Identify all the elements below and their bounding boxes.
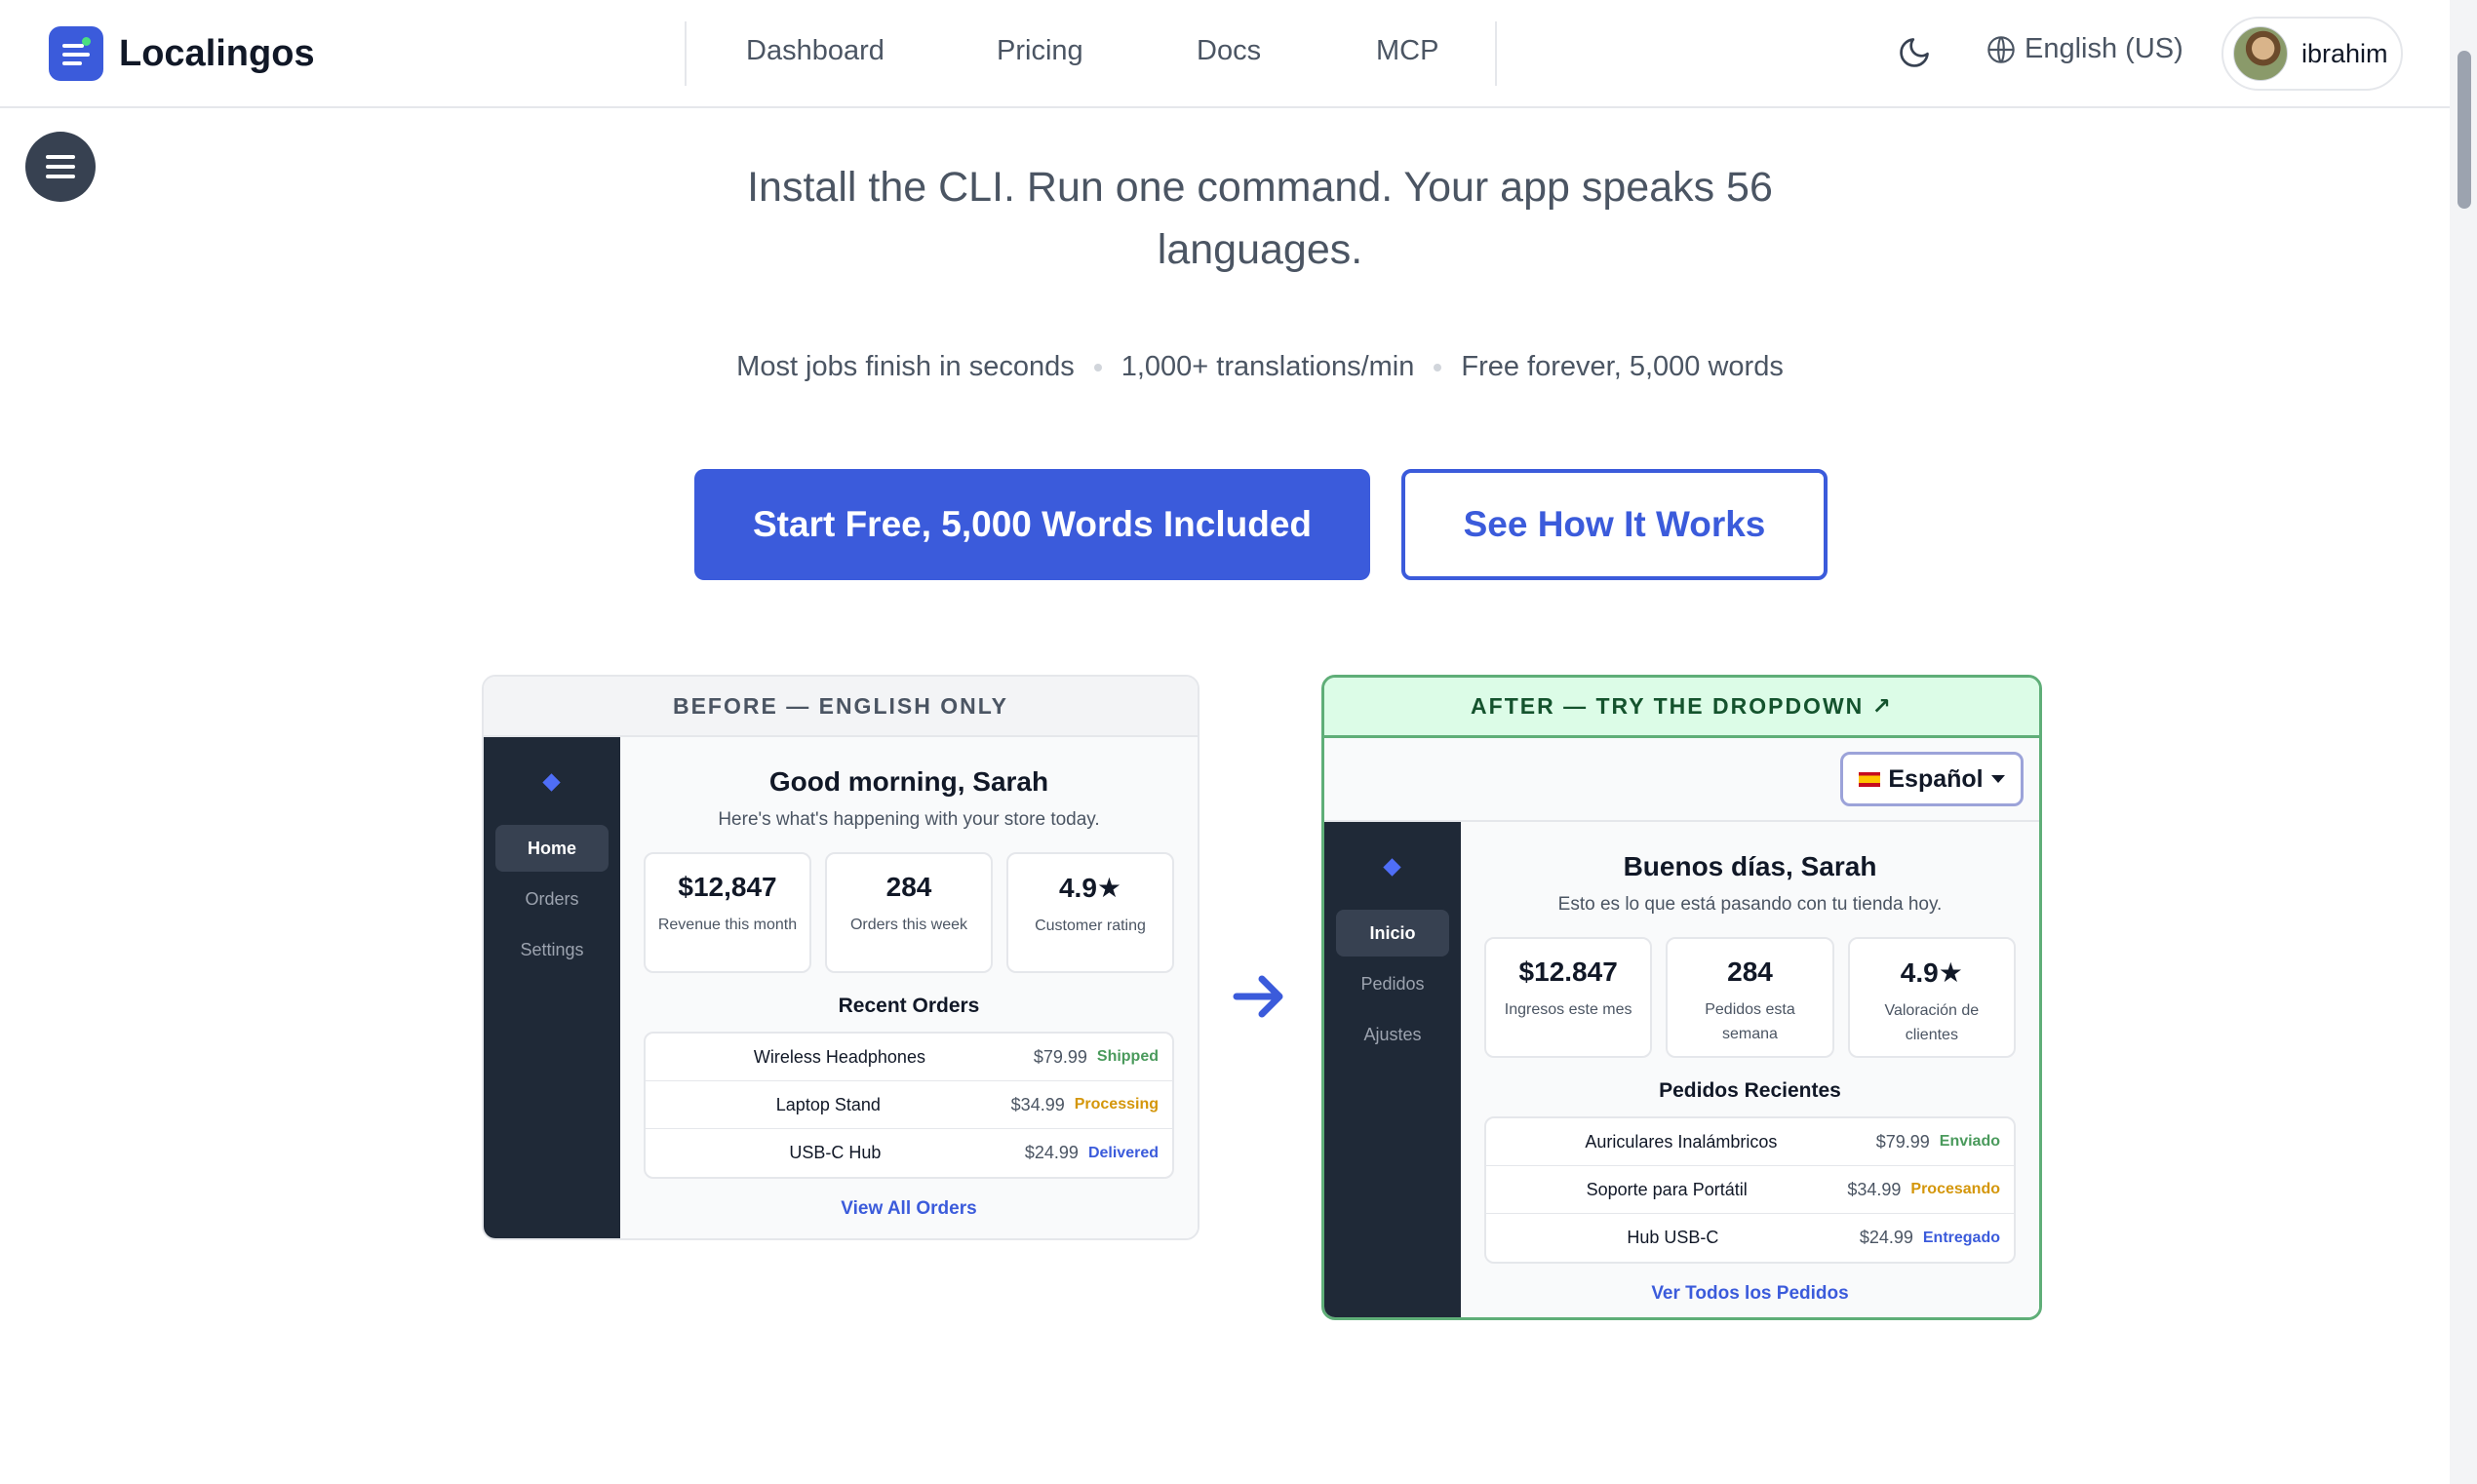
nav-divider (685, 21, 687, 86)
demo-content: Buenos días, Sarah Esto es lo que está p… (1461, 822, 2039, 1317)
feature-item: 1,000+ translations/min (1121, 351, 1415, 382)
arrow-right-icon (1233, 975, 1283, 1018)
status-badge: Procesando (1910, 1181, 2000, 1197)
greeting-subtitle: Here's what's happening with your store … (718, 809, 1100, 830)
feature-item: Most jobs finish in seconds (736, 351, 1075, 382)
stat-label: Valoración de clientes (1884, 1002, 1980, 1043)
logo-icon (49, 26, 103, 81)
orders-list: Auriculares Inalámbricos $79.99 Enviado … (1484, 1116, 2016, 1264)
demo-topbar: Español (1324, 738, 2039, 822)
status-badge: Shipped (1096, 1048, 1159, 1065)
stat-label: Orders this week (849, 917, 968, 933)
logo[interactable]: Localingos (49, 26, 315, 81)
nav-mcp[interactable]: MCP (1376, 35, 1438, 67)
view-all-orders-link[interactable]: View All Orders (620, 1198, 1198, 1220)
order-row: USB-C Hub $24.99 Delivered (789, 1143, 1159, 1162)
diamond-logo-icon (542, 773, 561, 792)
stat-value: 4.9★ (1058, 873, 1122, 903)
sidebar-item-orders[interactable]: Orders (495, 876, 609, 922)
sidebar-item-ajustes[interactable]: Ajustes (1336, 1011, 1449, 1058)
menu-toggle-button[interactable] (25, 132, 96, 202)
greeting: Good morning, Sarah (768, 766, 1049, 797)
diamond-logo-icon (1383, 858, 1401, 877)
sidebar-item-pedidos[interactable]: Pedidos (1336, 960, 1449, 1007)
user-name: ibrahim (2301, 38, 2388, 68)
nav-dashboard[interactable]: Dashboard (746, 35, 885, 67)
status-badge: Enviado (1939, 1133, 2000, 1150)
chevron-down-icon (1990, 775, 2005, 783)
stat-card: 284 Orders this week (825, 852, 993, 973)
app-name: Localingos (119, 32, 315, 74)
recent-orders-title: Pedidos Recientes (1659, 1079, 1841, 1102)
sidebar-item-inicio[interactable]: Inicio (1336, 910, 1449, 957)
moon-icon (1900, 38, 1929, 67)
order-row: Hub USB-C $24.99 Entregado (1627, 1228, 2000, 1247)
greeting: Buenos días, Sarah (1623, 851, 1877, 881)
stat-value: $12,847 (678, 872, 777, 902)
before-panel-header: BEFORE — ENGLISH ONLY (484, 677, 1198, 737)
status-badge: Entregado (1922, 1229, 2000, 1246)
user-menu[interactable]: ibrahim (2221, 17, 2403, 91)
greeting-subtitle: Esto es lo que está pasando con tu tiend… (1557, 894, 1943, 915)
nav-divider (1495, 21, 1497, 86)
demo-content: Good morning, Sarah Here's what's happen… (620, 737, 1198, 1238)
sidebar-item-settings[interactable]: Settings (495, 926, 609, 973)
hero-headline: Install the CLI. Run one command. Your a… (747, 164, 1773, 273)
status-badge: Processing (1074, 1096, 1159, 1113)
nav-docs[interactable]: Docs (1197, 35, 1261, 67)
order-row: Wireless Headphones $79.99 Shipped (646, 1034, 1172, 1081)
sidebar-item-home[interactable]: Home (495, 825, 609, 872)
language-selector[interactable]: English (US) (1986, 33, 2183, 65)
language-label: English (US) (2025, 33, 2183, 64)
after-panel-header: AFTER — TRY THE DROPDOWN ↗ (1324, 678, 2039, 738)
globe-icon (1987, 35, 2015, 63)
stat-label: Revenue this month (657, 917, 798, 933)
stat-card: 284 Pedidos esta semana (1666, 937, 1834, 1058)
stat-value: 284 (1727, 957, 1773, 987)
order-row: Soporte para Portátil $34.99 Procesando (1486, 1166, 2014, 1214)
start-free-button[interactable]: Start Free, 5,000 Words Included (694, 469, 1370, 580)
nav-pricing[interactable]: Pricing (997, 35, 1083, 67)
scrollbar[interactable] (2450, 0, 2477, 1484)
order-row: Laptop Stand $34.99 Processing (646, 1081, 1172, 1129)
feature-item: Free forever, 5,000 words (1461, 351, 1784, 382)
stat-value: $12.847 (1518, 957, 1618, 987)
stat-label: Ingresos este mes (1504, 1001, 1632, 1018)
language-dropdown[interactable]: Español (1840, 752, 2024, 806)
stat-label: Customer rating (1035, 918, 1146, 934)
dark-mode-toggle[interactable] (1897, 35, 1932, 75)
status-badge: Delivered (1087, 1144, 1159, 1161)
spain-flag-icon (1859, 771, 1881, 787)
scrollbar-thumb[interactable] (2457, 51, 2471, 209)
hamburger-icon (46, 155, 75, 159)
order-row: Auriculares Inalámbricos $79.99 Enviado (1486, 1118, 2014, 1166)
avatar (2233, 26, 2288, 81)
feature-list: Most jobs finish in seconds 1,000+ transl… (683, 351, 1837, 383)
language-dropdown-label: Español (1888, 764, 1984, 793)
stat-value: 284 (885, 872, 932, 902)
stat-card: $12.847 Ingresos este mes (1484, 937, 1653, 1058)
after-panel: AFTER — TRY THE DROPDOWN ↗ Español Inici… (1321, 675, 2042, 1320)
demo-sidebar: Inicio Pedidos Ajustes (1324, 822, 1461, 1317)
orders-list: Wireless Headphones $79.99 Shipped Lapto… (644, 1032, 1174, 1179)
see-how-it-works-button[interactable]: See How It Works (1401, 469, 1828, 580)
before-panel: BEFORE — ENGLISH ONLY Home Orders Settin… (482, 675, 1199, 1240)
recent-orders-title: Recent Orders (838, 995, 980, 1017)
top-navbar: Localingos Dashboard Pricing Docs MCP En… (0, 0, 2450, 108)
stat-label: Pedidos esta semana (1705, 1001, 1795, 1042)
stat-value: 4.9★ (1900, 957, 1963, 988)
stat-card: $12,847 Revenue this month (644, 852, 811, 973)
stat-card: 4.9★ Valoración de clientes (1847, 937, 2016, 1058)
view-all-orders-link[interactable]: Ver Todos los Pedidos (1461, 1283, 2039, 1305)
stat-card: 4.9★ Customer rating (1006, 852, 1174, 973)
demo-sidebar: Home Orders Settings (484, 737, 620, 1238)
